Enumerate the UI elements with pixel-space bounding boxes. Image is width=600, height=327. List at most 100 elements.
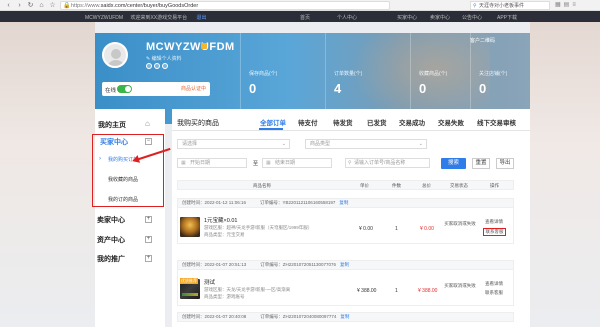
vip-badge-icon [201, 43, 207, 49]
sidebar-item-subscribed[interactable]: 我的订的商品 [108, 196, 138, 203]
stat-value: 0 [479, 81, 487, 96]
recommend-tag: 优质推荐 [180, 278, 198, 284]
contact-service-button[interactable]: 联系客服 [483, 228, 506, 236]
order-number: 订单编号：ZH2201072040080097774 [260, 314, 337, 319]
sidebar-item-home[interactable]: 我的主页 [98, 120, 126, 130]
sidebar-item-buyer-center[interactable]: 买家中心 [100, 137, 128, 147]
verification-icons [146, 63, 168, 69]
order-header: 创建时间：2022-01-07 20:51:13 订单编号：ZH220107205… [177, 260, 514, 270]
tab-unpaid[interactable]: 待支付 [298, 117, 318, 127]
start-date-input[interactable]: ▦ 开始日期 [177, 158, 247, 168]
email-verify-icon [154, 63, 160, 69]
chevron-down-icon: ⌄ [281, 141, 286, 147]
type-select[interactable]: 商品类型 ⌄ [305, 139, 427, 149]
product-thumbnail[interactable]: 优质推荐 [180, 278, 200, 299]
order-number: 订单编号：ZH2201072051130077076 [260, 262, 337, 267]
site-nav-home[interactable]: 首页 [300, 14, 310, 21]
url-scheme: https://www. [71, 3, 101, 9]
end-date-input[interactable]: ▦ 结束日期 [262, 158, 332, 168]
copy-link[interactable]: 复制 [339, 200, 348, 205]
chevron-down-icon: ⌄ [418, 141, 423, 147]
page-title: 我购买的商品 [177, 120, 219, 127]
tab-unshipped[interactable]: 待发货 [333, 117, 353, 127]
keyword-placeholder: 请输入订单号/商品名称 [354, 160, 406, 166]
col-total: 总价 [422, 183, 431, 188]
copy-link[interactable]: 复制 [340, 262, 349, 267]
product-title[interactable]: 测试 [204, 278, 215, 286]
stat-value: 0 [419, 81, 427, 96]
sidebar-item-favorites[interactable]: 我收藏的商品 [108, 176, 138, 183]
tab-offline-review[interactable]: 线下交易审核 [477, 117, 516, 127]
online-label: 在线 [105, 88, 117, 94]
product-thumbnail[interactable] [180, 217, 200, 237]
expand-icon[interactable]: + [145, 216, 152, 223]
site-nav-buyer[interactable]: 买家中心 [397, 14, 417, 21]
site-welcome: 欢迎来到XX游戏交易平台 [130, 15, 188, 21]
tab-shipped[interactable]: 已发货 [367, 117, 387, 127]
calendar-icon: ▦ [266, 160, 271, 166]
order-header: 创建时间：2022-01-12 11:06:16 订单编号：YB220112110… [177, 198, 514, 208]
date-to-label: 至 [253, 161, 259, 167]
avatar[interactable] [102, 42, 128, 68]
sidebar-item-assets[interactable]: 资产中心 [97, 235, 125, 245]
back-icon[interactable]: ‹ [4, 1, 13, 10]
home-icon[interactable]: ⌂ [37, 1, 46, 10]
browser-search-text: 天涯寺对小老板事件 [479, 3, 525, 9]
star-icon[interactable]: ☆ [48, 1, 57, 10]
order-header: 创建时间：2022-01-07 20:40:08 订单编号：ZH220107204… [177, 312, 514, 322]
order-created-time: 创建时间：2022-01-07 20:51:13 [182, 262, 247, 267]
help-qrcode-link[interactable]: 客户二维码 [470, 37, 495, 44]
refresh-icon[interactable]: ↻ [26, 1, 35, 10]
stat-label: 收藏商品(个) [419, 71, 448, 77]
export-button[interactable]: 导出 [496, 158, 514, 169]
reset-button[interactable]: 重置 [472, 158, 490, 169]
stat-value: 0 [249, 81, 257, 96]
search-button[interactable]: 搜索 [441, 158, 466, 169]
col-product-name: 商品名称 [253, 183, 271, 188]
product-title[interactable]: 1元宝藏×0.01 [204, 216, 237, 224]
edit-profile-link[interactable]: ✎ 编辑个人资料 [146, 55, 182, 62]
view-details-link[interactable]: 查看详情 [485, 281, 503, 287]
order-created-time: 创建时间：2022-01-12 11:06:16 [182, 200, 246, 205]
quantity: 1 [395, 288, 398, 294]
product-server: 游戏区服：天龙/天龙手游/新服-一区/高渐离 [204, 287, 291, 292]
contact-service-link[interactable]: 联系客服 [485, 290, 503, 296]
lock-icon: 🔒 [63, 3, 71, 9]
collapse-icon[interactable]: − [145, 138, 152, 145]
col-actions: 操作 [490, 183, 499, 188]
browser-search-box[interactable]: ⚲ 天涯寺对小老板事件 [470, 1, 550, 10]
browser-extension-icons[interactable]: ▦▤≡ [555, 1, 579, 8]
search-icon: ⚲ [348, 160, 352, 166]
address-bar[interactable]: 🔒 https://www.saidx.com/center/buyer/buy… [60, 1, 390, 10]
stat-label: 订单数量(个) [334, 71, 363, 77]
product-server: 游戏区服：超神/天龙手游/新服（天穹服区/1999年服） [204, 225, 313, 230]
order-number: 订单编号：YB2201121106160558197 [259, 200, 336, 205]
house-icon: ⌂ [145, 119, 150, 128]
expand-icon[interactable]: + [145, 255, 152, 262]
stat-label: 保存商品(个) [249, 71, 278, 77]
total-price: ¥ 388.00 [418, 288, 438, 294]
tab-all-orders[interactable]: 全部订单 [260, 117, 286, 127]
tab-success[interactable]: 交易成功 [399, 117, 425, 127]
expand-icon[interactable]: + [145, 236, 152, 243]
cert-status[interactable]: 商品认证中 [181, 85, 206, 92]
copy-link[interactable]: 复制 [340, 314, 349, 319]
sidebar-item-promotion[interactable]: 我的推广 [97, 254, 125, 264]
game-select[interactable]: 请选择 ⌄ [177, 139, 290, 149]
online-toggle[interactable] [117, 85, 132, 93]
calendar-icon: ▦ [181, 160, 186, 166]
logout-link[interactable]: 退出 [197, 15, 207, 21]
view-details-link[interactable]: 查看详情 [485, 219, 503, 225]
site-nav-app[interactable]: APP下载 [497, 14, 517, 21]
game-select-value: 请选择 [182, 141, 198, 147]
keyword-search-input[interactable]: ⚲ 请输入订单号/商品名称 [345, 158, 430, 168]
type-select-value: 商品类型 [310, 141, 331, 147]
order-status: 买家取消或失败 [444, 283, 476, 288]
sidebar-item-seller-center[interactable]: 卖家中心 [97, 215, 125, 225]
search-icon: ⚲ [473, 3, 477, 9]
tab-failed[interactable]: 交易失败 [438, 117, 464, 127]
site-nav-seller[interactable]: 卖家中心 [430, 14, 450, 21]
site-nav-personal[interactable]: 个人中心 [337, 14, 357, 21]
site-nav-notice[interactable]: 公告中心 [462, 14, 482, 21]
forward-icon[interactable]: › [15, 1, 24, 10]
